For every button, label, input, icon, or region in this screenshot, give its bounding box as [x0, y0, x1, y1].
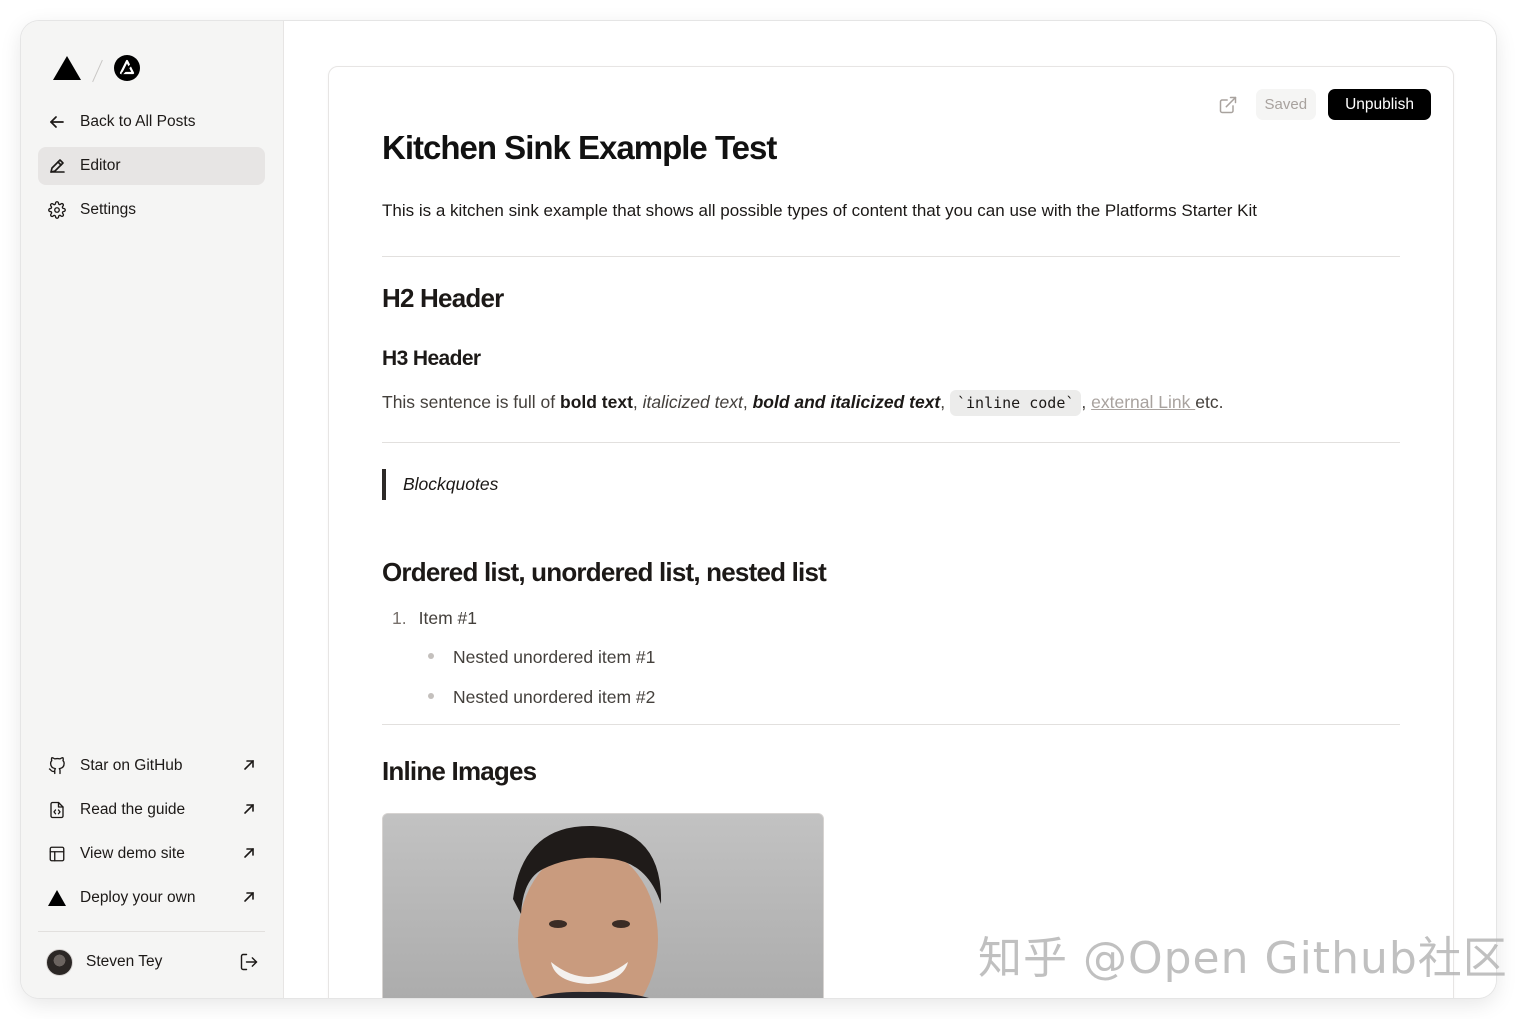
external-link-label: Deploy your own: [80, 889, 196, 906]
list-number: 1.: [392, 608, 407, 628]
images-header: Inline Images: [382, 756, 537, 786]
sidebar-item-back-to-posts[interactable]: Back to All Posts: [38, 103, 265, 141]
list-item-text: Nested unordered item #1: [453, 647, 656, 667]
italic-text: italicized text: [642, 392, 743, 412]
bold-italic-text: bold and italicized text: [752, 392, 941, 412]
separator: ,: [940, 392, 950, 412]
app-window: Back to All Posts Editor Settings Star o…: [21, 21, 1496, 998]
avatar: [46, 948, 73, 976]
formatted-paragraph: This sentence is full of bold text, ital…: [382, 390, 1224, 416]
external-link[interactable]: external Link: [1091, 392, 1195, 412]
list-item-text: Nested unordered item #2: [453, 687, 656, 707]
user-name: Steven Tey: [86, 953, 163, 970]
separator: ,: [742, 392, 753, 412]
platforms-logo-icon[interactable]: [113, 54, 141, 87]
github-icon: [47, 756, 67, 776]
external-link-label: View demo site: [80, 845, 185, 862]
watermark-text: 知乎 @Open Github社区: [978, 933, 1508, 984]
vercel-logo-icon[interactable]: [52, 55, 82, 86]
sidebar-item-label: Editor: [80, 157, 121, 174]
deploy-your-own-link[interactable]: Deploy your own: [38, 879, 265, 917]
document-code-icon: [47, 800, 67, 820]
save-status-badge: Saved: [1255, 89, 1317, 120]
gear-icon: [47, 200, 67, 220]
triangle-icon: [47, 888, 67, 908]
post-title[interactable]: Kitchen Sink Example Test: [382, 129, 777, 167]
arrow-up-right-icon: [244, 892, 254, 902]
arrow-left-icon: [47, 112, 67, 132]
pencil-icon: [47, 156, 67, 176]
editor-card: Saved Unpublish Kitchen Sink Example Tes…: [328, 66, 1454, 998]
post-description[interactable]: This is a kitchen sink example that show…: [382, 201, 1257, 221]
layout-icon: [47, 844, 67, 864]
sidebar-item-label: Back to All Posts: [80, 113, 196, 130]
nested-list-item: Nested unordered item #2: [428, 687, 655, 708]
sidebar-item-editor[interactable]: Editor: [38, 147, 265, 185]
user-profile[interactable]: Steven Tey: [38, 943, 265, 981]
sidebar-item-label: Settings: [80, 201, 137, 218]
arrow-up-right-icon: [244, 848, 254, 858]
editor-toolbar: Saved Unpublish: [1218, 89, 1431, 120]
inline-code: `inline code`: [949, 390, 1082, 416]
read-the-guide-link[interactable]: Read the guide: [38, 791, 265, 829]
sidebar-nav: Back to All Posts Editor Settings: [38, 103, 265, 235]
sentence-suffix: etc.: [1195, 392, 1224, 412]
main-area: Saved Unpublish Kitchen Sink Example Tes…: [284, 21, 1496, 998]
horizontal-rule: [382, 724, 1400, 725]
star-on-github-link[interactable]: Star on GitHub: [38, 747, 265, 785]
inline-image[interactable]: [382, 813, 824, 998]
blockquote: Blockquotes: [382, 469, 498, 500]
logout-icon[interactable]: [239, 952, 259, 972]
sentence-prefix: This sentence is full of: [382, 392, 560, 412]
h2-header: H2 Header: [382, 283, 504, 313]
separator: ,: [1081, 392, 1092, 412]
external-links: Star on GitHub Read the guide View demo …: [38, 747, 265, 923]
arrow-up-right-icon: [244, 804, 254, 814]
list-item-text: Item #1: [418, 608, 477, 628]
external-link-label: Read the guide: [80, 801, 186, 818]
sidebar-divider: [38, 931, 265, 932]
logo-separator: [92, 59, 103, 82]
arrow-up-right-icon: [244, 760, 254, 770]
separator: ,: [632, 392, 643, 412]
bullet-icon: [428, 653, 434, 660]
portrait-photo: [383, 814, 823, 998]
view-demo-site-link[interactable]: View demo site: [38, 835, 265, 873]
sidebar-item-settings[interactable]: Settings: [38, 191, 265, 229]
lists-header: Ordered list, unordered list, nested lis…: [382, 557, 827, 587]
ordered-list-item: 1. Item #1: [392, 608, 477, 629]
external-link-icon[interactable]: [1218, 95, 1238, 115]
nested-list-item: Nested unordered item #1: [428, 647, 655, 668]
horizontal-rule: [382, 256, 1400, 257]
bullet-icon: [428, 693, 434, 700]
h3-header: H3 Header: [382, 347, 481, 370]
external-link-label: Star on GitHub: [80, 757, 183, 774]
horizontal-rule: [382, 442, 1400, 443]
logo-row: [52, 54, 141, 87]
bold-text: bold text: [560, 392, 633, 412]
unpublish-button[interactable]: Unpublish: [1328, 89, 1431, 120]
sidebar: Back to All Posts Editor Settings Star o…: [21, 21, 284, 998]
